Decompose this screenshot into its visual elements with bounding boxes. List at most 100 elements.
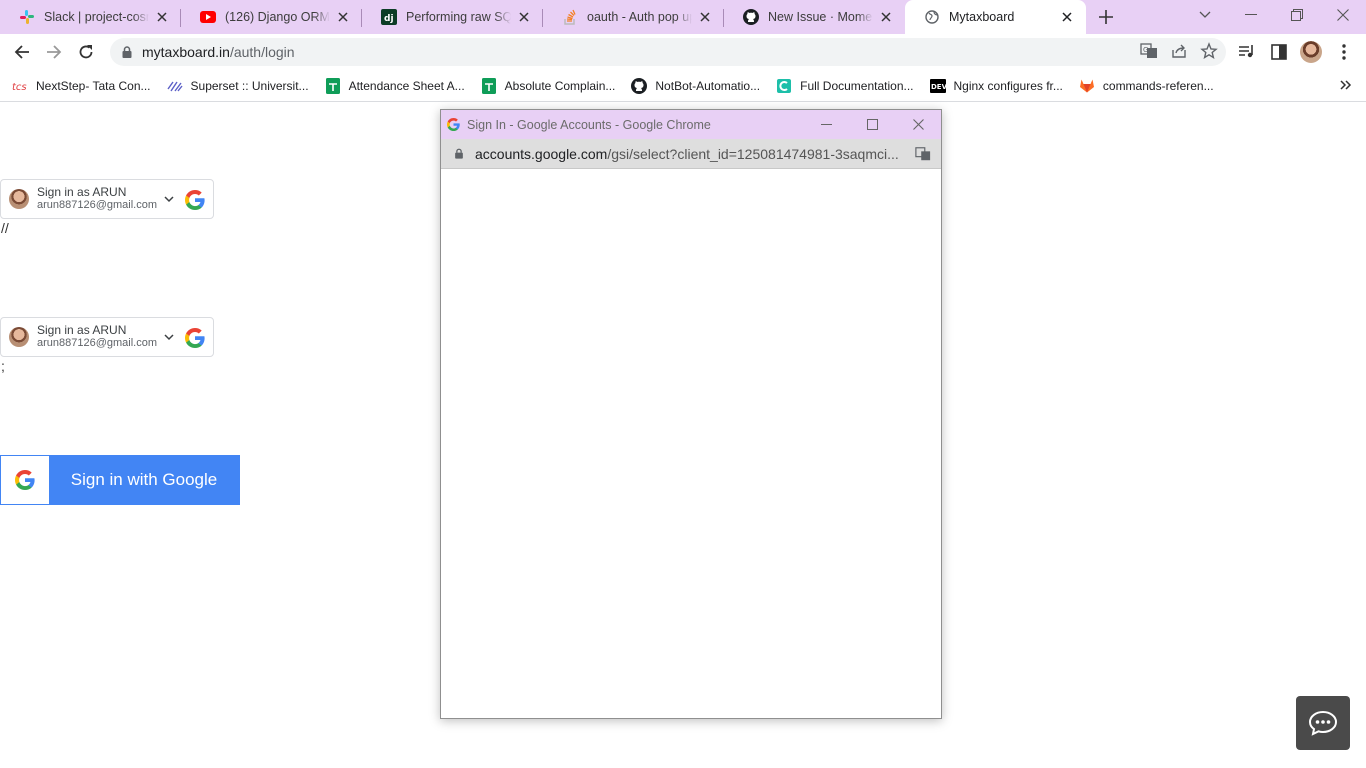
globe-icon bbox=[924, 9, 940, 25]
tab-title: Mytaxboard bbox=[949, 10, 1015, 24]
tab-strip: Slack | project-cosmic (126) Django ORM … bbox=[0, 0, 1366, 34]
superset-icon bbox=[166, 78, 183, 94]
svg-text:G: G bbox=[1143, 46, 1148, 54]
close-icon[interactable] bbox=[696, 8, 714, 26]
browser-toolbar: mytaxboard.in/auth/login G bbox=[0, 34, 1366, 70]
tab-slack[interactable]: Slack | project-cosmic bbox=[0, 0, 181, 34]
popup-title-bar[interactable]: Sign In - Google Accounts - Google Chrom… bbox=[441, 110, 941, 139]
avatar bbox=[9, 327, 29, 347]
sign-in-with-google-button[interactable]: Sign in with Google bbox=[0, 455, 240, 505]
chat-bubble-icon bbox=[1308, 710, 1338, 736]
share-icon[interactable] bbox=[1170, 42, 1188, 65]
profile-button[interactable] bbox=[1295, 36, 1327, 68]
bookmark-label: Attendance Sheet A... bbox=[348, 78, 465, 93]
github-icon bbox=[743, 9, 759, 25]
account-email: arun887126@gmail.com bbox=[37, 337, 158, 349]
avatar bbox=[9, 189, 29, 209]
close-window-button[interactable] bbox=[1320, 0, 1366, 30]
github-icon bbox=[631, 77, 648, 94]
svg-text:DEV: DEV bbox=[931, 83, 946, 91]
close-icon[interactable] bbox=[1058, 8, 1076, 26]
bookmark-label: Nginx configures fr... bbox=[953, 78, 1063, 93]
translate-icon[interactable] bbox=[915, 146, 931, 167]
google-logo-icon bbox=[447, 118, 460, 131]
translate-icon[interactable]: G bbox=[1140, 42, 1158, 65]
back-arrow-icon bbox=[14, 45, 29, 59]
chrome-menu-button[interactable] bbox=[1328, 36, 1360, 68]
bookmark-commands-reference[interactable]: commands-referen... bbox=[1079, 78, 1214, 94]
side-panel-button[interactable] bbox=[1263, 36, 1295, 68]
side-panel-icon bbox=[1271, 44, 1287, 60]
stray-text: ; bbox=[1, 358, 5, 374]
sheets-icon bbox=[325, 77, 341, 94]
media-controls-button[interactable] bbox=[1231, 36, 1263, 68]
bookmark-notbot[interactable]: NotBot-Automatio... bbox=[631, 77, 761, 94]
double-chevron-right-icon bbox=[1340, 80, 1352, 90]
bookmark-nextstep[interactable]: tcs NextStep- Tata Con... bbox=[12, 78, 151, 94]
sign-in-as-label: Sign in as ARUN bbox=[37, 323, 127, 337]
bookmark-absolute[interactable]: Absolute Complain... bbox=[481, 77, 615, 94]
close-icon[interactable] bbox=[515, 8, 533, 26]
bookmark-nginx[interactable]: DEV Nginx configures fr... bbox=[929, 78, 1063, 94]
youtube-icon bbox=[200, 9, 216, 25]
account-email: arun887126@gmail.com bbox=[37, 199, 158, 211]
tab-title: (126) Django ORM - P bbox=[225, 10, 330, 24]
tab-github[interactable]: New Issue · MomenSh bbox=[724, 0, 905, 34]
dev-icon: DEV bbox=[929, 78, 946, 94]
docs-icon bbox=[776, 78, 792, 94]
new-tab-button[interactable] bbox=[1086, 0, 1126, 34]
close-icon[interactable] bbox=[334, 8, 352, 26]
sign-in-as-button-1[interactable]: Sign in as ARUN arun887126@gmail.com bbox=[0, 179, 214, 219]
chevron-down-icon bbox=[1199, 11, 1211, 18]
tcs-icon: tcs bbox=[12, 78, 28, 94]
reload-icon bbox=[79, 45, 93, 59]
sign-in-as-button-2[interactable]: Sign in as ARUN arun887126@gmail.com bbox=[0, 317, 214, 357]
tab-django[interactable]: dj Performing raw SQL q bbox=[362, 0, 543, 34]
back-button[interactable] bbox=[6, 36, 38, 68]
bookmark-label: commands-referen... bbox=[1102, 78, 1214, 93]
close-icon[interactable] bbox=[877, 8, 895, 26]
tab-title: oauth - Auth pop up n bbox=[587, 10, 692, 24]
tab-stackoverflow[interactable]: oauth - Auth pop up n bbox=[543, 0, 724, 34]
close-icon bbox=[912, 119, 924, 130]
close-icon[interactable] bbox=[153, 8, 171, 26]
tab-mytaxboard[interactable]: Mytaxboard bbox=[905, 0, 1086, 34]
popup-close-button[interactable] bbox=[895, 110, 941, 139]
star-bookmark-icon[interactable] bbox=[1200, 42, 1218, 65]
chevron-down-icon[interactable] bbox=[163, 193, 175, 205]
avatar bbox=[1300, 41, 1322, 63]
popup-url: accounts.google.com/gsi/select?client_id… bbox=[475, 145, 899, 162]
minimize-button[interactable] bbox=[1228, 0, 1274, 30]
bookmark-superset[interactable]: Superset :: Universit... bbox=[166, 78, 309, 94]
popup-address-bar[interactable]: accounts.google.com/gsi/select?client_id… bbox=[441, 139, 941, 169]
svg-text:tcs: tcs bbox=[12, 82, 27, 92]
bookmark-label: Superset :: Universit... bbox=[190, 78, 309, 93]
tab-youtube[interactable]: (126) Django ORM - P bbox=[181, 0, 362, 34]
reload-button[interactable] bbox=[70, 36, 102, 68]
bookmarks-overflow-button[interactable] bbox=[1340, 78, 1352, 94]
stray-text: // bbox=[1, 220, 9, 236]
chat-widget-button[interactable] bbox=[1296, 696, 1350, 750]
tab-title: Slack | project-cosmic bbox=[44, 10, 149, 24]
chevron-down-icon[interactable] bbox=[163, 331, 175, 343]
google-logo-icon bbox=[185, 328, 205, 348]
media-queue-icon bbox=[1239, 45, 1253, 58]
bookmark-full-documentation[interactable]: Full Documentation... bbox=[776, 78, 914, 94]
google-sign-in-popup: Sign In - Google Accounts - Google Chrom… bbox=[440, 109, 942, 719]
tab-title: Performing raw SQL q bbox=[406, 10, 511, 24]
popup-title: Sign In - Google Accounts - Google Chrom… bbox=[467, 117, 711, 132]
popup-minimize-button[interactable] bbox=[803, 110, 849, 139]
lock-icon bbox=[455, 148, 463, 159]
gitlab-icon bbox=[1079, 78, 1095, 94]
tab-search-button[interactable] bbox=[1182, 0, 1228, 30]
bookmark-label: NextStep- Tata Con... bbox=[36, 78, 151, 93]
sheets-icon bbox=[481, 77, 497, 94]
restore-button[interactable] bbox=[1274, 0, 1320, 30]
forward-arrow-icon bbox=[47, 45, 62, 59]
bookmark-label: NotBot-Automatio... bbox=[655, 78, 761, 93]
forward-button[interactable] bbox=[38, 36, 70, 68]
bookmark-attendance[interactable]: Attendance Sheet A... bbox=[325, 77, 465, 94]
address-bar[interactable]: mytaxboard.in/auth/login G bbox=[110, 38, 1226, 66]
popup-maximize-button[interactable] bbox=[849, 110, 895, 139]
tab-title: New Issue · MomenSh bbox=[768, 10, 873, 24]
